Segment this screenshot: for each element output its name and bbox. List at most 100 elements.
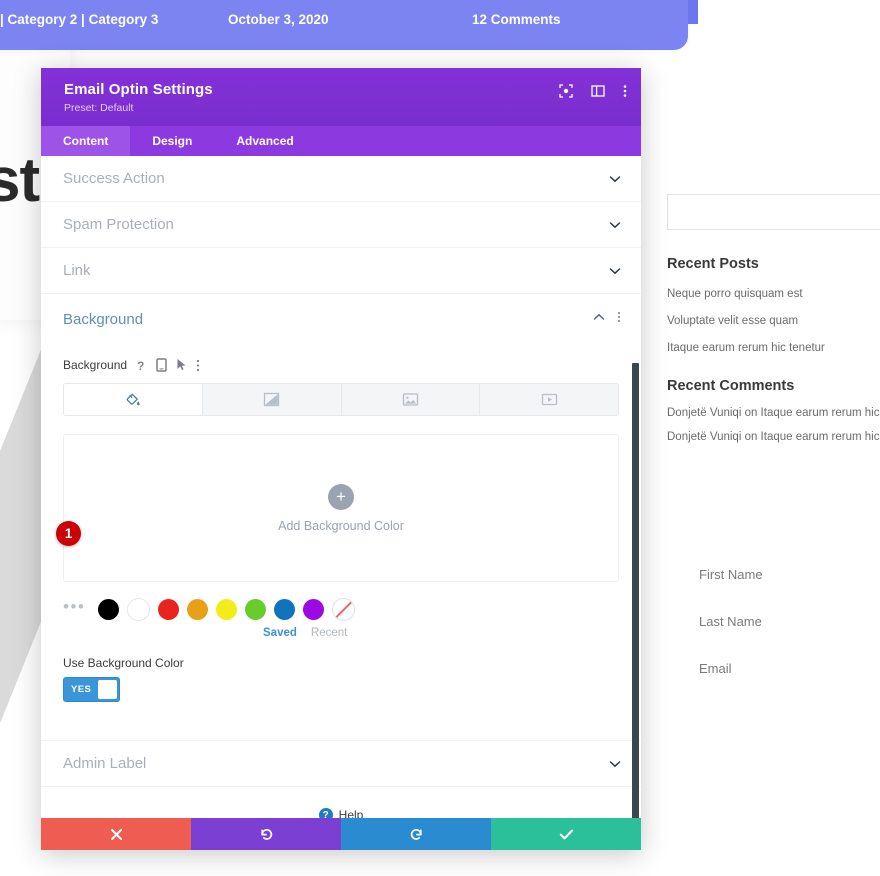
help-link[interactable]: ? Help bbox=[41, 787, 641, 818]
optin-last-name-field[interactable]: Last Name bbox=[699, 614, 762, 629]
chevron-up-icon[interactable] bbox=[593, 311, 605, 323]
help-label: Help bbox=[339, 808, 364, 818]
recent-colors-tab[interactable]: Recent bbox=[311, 627, 347, 639]
recent-post-item[interactable]: Neque porro quisquam est bbox=[667, 288, 803, 300]
post-comments-count[interactable]: 12 Comments bbox=[472, 12, 561, 27]
background-video-tab[interactable] bbox=[480, 384, 618, 415]
swatch-yellow[interactable] bbox=[216, 599, 237, 620]
recent-post-item[interactable]: Itaque earum rerum hic tenetur bbox=[667, 342, 825, 354]
cancel-button[interactable] bbox=[41, 818, 191, 850]
recent-post-item[interactable]: Voluptate velit esse quam bbox=[667, 315, 798, 327]
background-gradient-tab[interactable] bbox=[203, 384, 342, 415]
help-icon: ? bbox=[319, 808, 333, 818]
section-label: Admin Label bbox=[63, 755, 146, 772]
check-icon bbox=[559, 828, 574, 841]
background-image-tab[interactable] bbox=[342, 384, 481, 415]
section-toggle[interactable] bbox=[609, 741, 621, 786]
modal-action-bar bbox=[41, 818, 641, 850]
color-swatches: ••• bbox=[63, 598, 619, 621]
section-toggle[interactable] bbox=[609, 202, 621, 247]
section-label: Link bbox=[63, 262, 91, 279]
swatch-filter-row: Saved Recent bbox=[63, 627, 619, 639]
section-link[interactable]: Link bbox=[41, 248, 641, 294]
post-meta-banner: | Category 2 | Category 3 October 3, 202… bbox=[0, 0, 688, 50]
x-icon bbox=[110, 828, 123, 841]
swatch-blue[interactable] bbox=[274, 599, 295, 620]
svg-text:?: ? bbox=[137, 359, 144, 372]
post-categories[interactable]: | Category 2 | Category 3 bbox=[0, 12, 158, 27]
banner-edge-accent bbox=[688, 0, 698, 24]
section-toggle[interactable] bbox=[609, 156, 621, 201]
more-vertical-icon[interactable] bbox=[617, 311, 621, 323]
swatch-red[interactable] bbox=[158, 599, 179, 620]
modal-header: Email Optin Settings Preset: Default bbox=[41, 68, 641, 126]
background-color-tab[interactable] bbox=[64, 384, 203, 415]
swatch-purple[interactable] bbox=[303, 599, 324, 620]
add-background-color-dropzone[interactable]: + Add Background Color bbox=[63, 434, 619, 582]
swatch-black[interactable] bbox=[98, 599, 119, 620]
post-date: October 3, 2020 bbox=[228, 12, 329, 27]
modal-scrollbar[interactable] bbox=[632, 363, 639, 818]
video-icon bbox=[541, 392, 558, 407]
page-sidebar: Recent Posts Neque porro quisquam est Vo… bbox=[655, 56, 880, 876]
tab-advanced[interactable]: Advanced bbox=[214, 126, 315, 156]
swatch-white[interactable] bbox=[127, 598, 150, 621]
optin-email-field[interactable]: Email bbox=[699, 661, 732, 676]
more-vertical-icon[interactable] bbox=[196, 359, 200, 372]
recent-comment-item[interactable]: Donjetë Vuniqi on Itaque earum rerum hic… bbox=[667, 407, 880, 419]
help-icon[interactable]: ? bbox=[136, 359, 147, 372]
swatch-transparent[interactable] bbox=[332, 598, 355, 621]
toggle-knob bbox=[98, 680, 117, 699]
section-background[interactable]: Background bbox=[41, 294, 641, 344]
background-type-tabs bbox=[63, 383, 619, 416]
tab-design[interactable]: Design bbox=[130, 126, 214, 156]
focus-icon[interactable] bbox=[559, 84, 573, 98]
swatch-green[interactable] bbox=[245, 599, 266, 620]
responsive-mobile-icon[interactable] bbox=[156, 358, 167, 372]
chevron-down-icon bbox=[609, 173, 621, 185]
section-toggle[interactable] bbox=[609, 248, 621, 293]
section-label: Background bbox=[63, 311, 143, 328]
undo-button[interactable] bbox=[191, 818, 341, 850]
optin-first-name-field[interactable]: First Name bbox=[699, 567, 763, 582]
saved-colors-tab[interactable]: Saved bbox=[263, 627, 297, 639]
step-badge-1: 1 bbox=[56, 521, 81, 546]
toggle-value: YES bbox=[64, 684, 98, 695]
image-icon bbox=[402, 392, 419, 407]
more-colors-icon[interactable]: ••• bbox=[63, 607, 85, 613]
background-field-label: Background bbox=[63, 358, 127, 372]
modal-header-actions bbox=[559, 84, 627, 98]
hover-cursor-icon[interactable] bbox=[176, 358, 187, 372]
modal-preset-selector[interactable]: Preset: Default bbox=[64, 102, 133, 114]
save-button[interactable] bbox=[491, 818, 641, 850]
section-admin-label[interactable]: Admin Label bbox=[41, 740, 641, 787]
section-success-action[interactable]: Success Action bbox=[41, 156, 641, 202]
chevron-down-icon bbox=[609, 219, 621, 231]
section-spam-protection[interactable]: Spam Protection bbox=[41, 202, 641, 248]
add-background-color-label: Add Background Color bbox=[278, 519, 404, 533]
background-section-body: Background ? bbox=[41, 344, 641, 702]
swatch-orange[interactable] bbox=[187, 599, 208, 620]
chevron-down-icon bbox=[609, 758, 621, 770]
tab-content[interactable]: Content bbox=[41, 126, 130, 156]
use-background-color-toggle[interactable]: YES bbox=[63, 677, 120, 702]
search-input[interactable] bbox=[667, 194, 880, 230]
section-label: Spam Protection bbox=[63, 216, 174, 233]
layout-panel-icon[interactable] bbox=[591, 84, 605, 98]
modal-tabs: Content Design Advanced bbox=[41, 126, 641, 156]
chevron-down-icon bbox=[609, 265, 621, 277]
use-background-color-label: Use Background Color bbox=[63, 656, 619, 670]
gradient-icon bbox=[263, 392, 280, 407]
more-vertical-icon[interactable] bbox=[623, 84, 627, 98]
plus-icon: + bbox=[328, 484, 354, 510]
paint-bucket-icon bbox=[125, 392, 141, 408]
undo-icon bbox=[259, 827, 274, 842]
email-optin-settings-modal: Email Optin Settings Preset: Default Con… bbox=[41, 68, 641, 850]
section-label: Success Action bbox=[63, 170, 165, 187]
recent-comments-title: Recent Comments bbox=[667, 378, 794, 394]
redo-button[interactable] bbox=[341, 818, 491, 850]
modal-body: Success Action Spam Protection Link Back… bbox=[41, 156, 641, 818]
redo-icon bbox=[409, 827, 424, 842]
background-field-header: Background ? bbox=[63, 352, 619, 378]
recent-comment-item[interactable]: Donjetë Vuniqi on Itaque earum rerum hic… bbox=[667, 431, 880, 443]
